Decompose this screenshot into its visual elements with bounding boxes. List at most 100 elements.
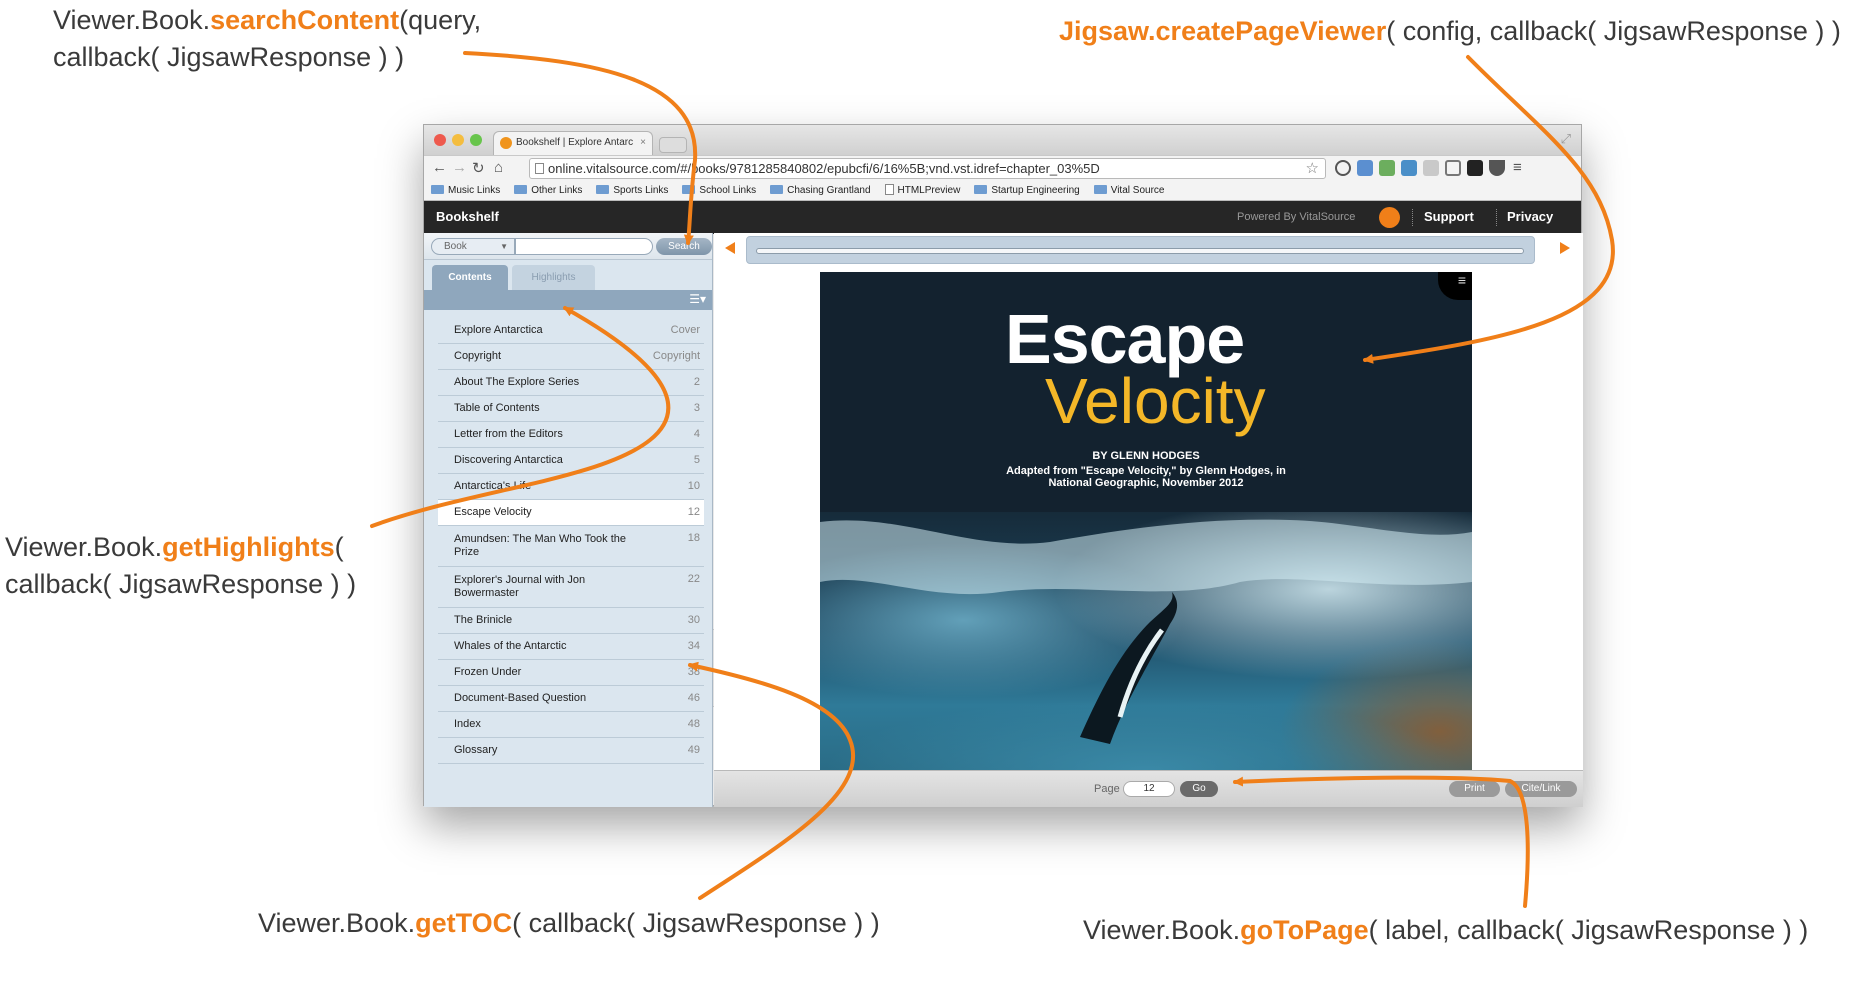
annotation-suffix: (query, <box>399 5 482 35</box>
toc-item[interactable]: Frozen Under 38 <box>438 660 704 686</box>
toc-item-page: 10 <box>687 480 700 492</box>
extension-icon[interactable] <box>1357 160 1373 176</box>
toc-item[interactable]: Letter from the Editors 4 <box>438 422 704 448</box>
close-tab-icon[interactable]: × <box>640 132 646 154</box>
annotation-create-page-viewer: Jigsaw.createPageViewer( config, callbac… <box>1059 13 1841 50</box>
bookmarks-bar: Music Links Other Links Sports Links Sch… <box>424 181 1581 201</box>
bookmark-folder[interactable]: School Links <box>682 181 756 200</box>
browser-tab[interactable]: Bookshelf | Explore Antarc × <box>493 131 653 155</box>
extension-icon[interactable] <box>1335 160 1351 176</box>
toc-item-title: Document-Based Question <box>454 692 587 704</box>
toc-item[interactable]: Table of Contents 3 <box>438 396 704 422</box>
bookmark-star-icon[interactable]: ☆ <box>1306 159 1319 178</box>
toc-item[interactable]: Whales of the Antarctic 34 <box>438 634 704 660</box>
slider-track[interactable] <box>756 248 1524 254</box>
cite-link-button[interactable]: Cite/Link <box>1505 781 1577 797</box>
next-page-arrow-icon[interactable] <box>1560 242 1570 254</box>
bookmark-folder[interactable]: Chasing Grantland <box>770 181 871 200</box>
back-icon[interactable]: ← <box>432 159 447 176</box>
annotation-prefix: Viewer.Book. <box>53 5 211 35</box>
toc-item[interactable]: Copyright Copyright <box>438 344 704 370</box>
toc-item[interactable]: The Brinicle 30 <box>438 608 704 634</box>
page-byline: BY GLENN HODGES <box>1092 450 1200 462</box>
toc-toolbar: ☰▾ <box>424 290 712 310</box>
toc-item[interactable]: Document-Based Question 46 <box>438 686 704 712</box>
list-menu-icon[interactable]: ☰▾ <box>689 292 706 306</box>
annotation-suffix: ( label, callback( JigsawResponse ) ) <box>1368 915 1809 945</box>
toc-item-page: 5 <box>693 454 700 466</box>
toc-item-title: Letter from the Editors <box>454 428 563 440</box>
annotation-method: getTOC <box>415 908 513 938</box>
page-menu-icon[interactable]: ≡ <box>1438 272 1472 300</box>
extension-icon[interactable] <box>1401 160 1417 176</box>
bookmark-folder[interactable]: Sports Links <box>596 181 668 200</box>
toc-item[interactable]: Antarctica's Life 10 <box>438 474 704 500</box>
brand-link[interactable]: Bookshelf <box>436 209 499 224</box>
menu-icon[interactable]: ≡ <box>1513 159 1522 176</box>
toc-item[interactable]: Glossary 49 <box>438 738 704 764</box>
bookmark-folder[interactable]: Other Links <box>514 181 582 200</box>
toc-item[interactable]: About The Explore Series 2 <box>438 370 704 396</box>
toc-item-page: 30 <box>687 614 700 626</box>
prev-page-arrow-icon[interactable] <box>725 242 735 254</box>
bookmark-folder[interactable]: Vital Source <box>1093 181 1164 200</box>
bookmark-folder[interactable]: Startup Engineering <box>974 181 1080 200</box>
privacy-link[interactable]: Privacy <box>1507 209 1553 224</box>
toc-item[interactable]: Escape Velocity 12 <box>438 500 704 526</box>
toc-item-page: 12 <box>687 506 700 518</box>
toc-item[interactable]: Index 48 <box>438 712 704 738</box>
go-button[interactable]: Go <box>1180 781 1218 797</box>
print-button[interactable]: Print <box>1449 781 1500 797</box>
home-icon[interactable]: ⌂ <box>494 159 503 176</box>
pocket-icon[interactable] <box>1489 160 1505 176</box>
extension-icon[interactable] <box>1423 160 1439 176</box>
annotation-method: goToPage <box>1240 915 1369 945</box>
toc-item-page: 22 <box>687 573 700 585</box>
tab-highlights[interactable]: Highlights <box>512 265 595 290</box>
bookmark-folder[interactable]: Music Links <box>431 181 500 200</box>
support-link[interactable]: Support <box>1424 209 1474 224</box>
reader-footer: Page 12 Go Print Cite/Link <box>714 770 1583 807</box>
forward-icon[interactable]: → <box>452 159 467 176</box>
close-window-button[interactable] <box>434 134 446 146</box>
toc-item-page: 2 <box>693 376 700 388</box>
toc-item[interactable]: Amundsen: The Man Who Took the Prize 18 <box>438 526 704 567</box>
app-header: Bookshelf Powered By VitalSource Support… <box>424 201 1581 234</box>
bookmark-page[interactable]: HTMLPreview <box>884 181 960 200</box>
reload-icon[interactable]: ↻ <box>472 159 485 177</box>
search-scope-select[interactable]: Book ▼ <box>431 238 515 255</box>
toc-item[interactable]: Discovering Antarctica 5 <box>438 448 704 474</box>
toc-item[interactable]: Explorer's Journal with Jon Bowermaster 2… <box>438 567 704 608</box>
tab-contents[interactable]: Contents <box>432 265 508 290</box>
url-text: online.vitalsource.com/#/books/978128584… <box>548 161 1100 176</box>
browser-toolbar: ← → ↻ ⌂ online.vitalsource.com/#/books/9… <box>424 155 1581 181</box>
toc-item[interactable]: Explore Antarctica Cover <box>438 318 704 344</box>
annotation-suffix: ( callback( JigsawResponse ) ) <box>512 908 880 938</box>
toc-item-page: 4 <box>693 428 700 440</box>
cast-icon[interactable] <box>1445 160 1461 176</box>
fullscreen-icon[interactable]: ⤢ <box>1561 131 1571 147</box>
toc-item-page: 18 <box>687 532 700 544</box>
search-input[interactable] <box>515 238 653 255</box>
stage: Viewer.Book.searchContent(query, callbac… <box>0 0 1866 993</box>
search-button[interactable]: Search <box>656 238 712 255</box>
extension-icon[interactable] <box>1379 160 1395 176</box>
minimize-window-button[interactable] <box>452 134 464 146</box>
page-slider[interactable] <box>746 236 1535 264</box>
new-tab-button[interactable] <box>659 137 687 153</box>
search-row: Book ▼ Search <box>424 233 712 260</box>
page-credit: Adapted from "Escape Velocity," by Glenn… <box>1006 465 1286 489</box>
toc-list: Explore Antarctica Cover Copyright Copyrigh… <box>438 318 704 764</box>
sidebar-tabs: Contents Highlights <box>424 260 712 290</box>
toc-item-title: The Brinicle <box>454 614 513 626</box>
address-bar[interactable]: online.vitalsource.com/#/books/978128584… <box>529 158 1326 179</box>
extension-icon[interactable] <box>1467 160 1483 176</box>
toc-item-title: Explore Antarctica <box>454 324 543 336</box>
annotation-prefix: Viewer.Book. <box>5 532 163 562</box>
toc-item-title: Index <box>454 718 481 730</box>
zoom-window-button[interactable] <box>470 134 482 146</box>
page-number-input[interactable]: 12 <box>1123 781 1175 797</box>
toc-item-page: 48 <box>687 718 700 730</box>
reader-pane: Escape Velocity BY GLENN HODGES Adapted … <box>714 233 1583 807</box>
browser-tab-bar: Bookshelf | Explore Antarc × ⤢ <box>424 125 1581 155</box>
